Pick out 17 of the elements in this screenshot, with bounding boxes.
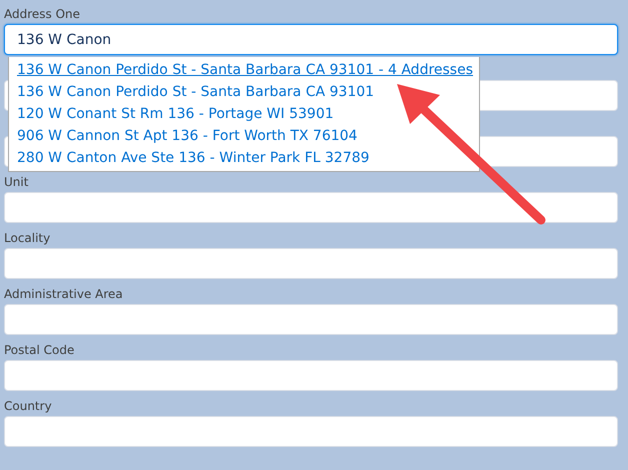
field-label: Country <box>4 398 52 415</box>
input-field[interactable] <box>4 416 618 447</box>
input-field[interactable] <box>4 360 618 391</box>
field-label: Address One <box>4 6 80 23</box>
suggestion-item[interactable]: 120 W Conant St Rm 136 - Portage WI 53901 <box>17 103 479 125</box>
suggestion-item[interactable]: 906 W Cannon St Apt 136 - Fort Worth TX 76104 <box>17 125 479 147</box>
suggestion-item[interactable]: 136 W Canon Perdido St - Santa Barbara CA 93101 <box>17 81 479 103</box>
field-label: Unit <box>4 174 28 191</box>
input-field[interactable] <box>4 248 618 279</box>
input-field[interactable] <box>4 304 618 335</box>
suggestion-item[interactable]: 136 W Canon Perdido St - Santa Barbara CA 93101 - 4 Addresses <box>17 59 479 81</box>
input-field[interactable] <box>4 192 618 223</box>
field-label: Locality <box>4 230 50 247</box>
suggestion-item[interactable]: 280 W Canton Ave Ste 136 - Winter Park FL 32789 <box>17 147 479 169</box>
input-field[interactable]: 136 W Canon <box>4 24 618 55</box>
field-label: Postal Code <box>4 342 74 359</box>
field-label: Administrative Area <box>4 286 123 303</box>
